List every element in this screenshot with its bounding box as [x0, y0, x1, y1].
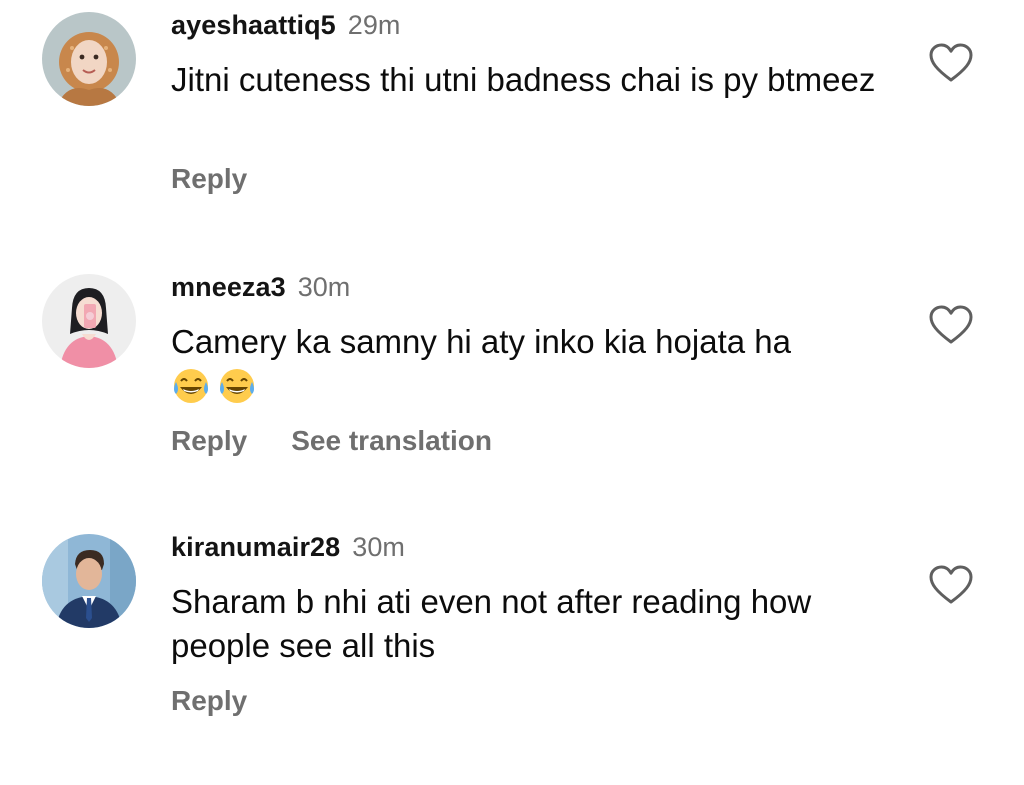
username[interactable]: kiranumair28: [171, 532, 340, 562]
comment-actions: Reply See translation: [171, 425, 492, 457]
see-translation-button[interactable]: See translation: [291, 425, 492, 457]
like-button[interactable]: [928, 42, 974, 84]
reply-button[interactable]: Reply: [171, 163, 247, 195]
avatar[interactable]: [42, 274, 136, 368]
avatar-image: [42, 12, 136, 106]
avatar[interactable]: [42, 534, 136, 628]
username[interactable]: ayeshaattiq5: [171, 10, 336, 40]
avatar-image: [42, 534, 136, 628]
reply-button[interactable]: Reply: [171, 425, 247, 457]
timestamp: 30m: [297, 272, 351, 302]
like-button[interactable]: [928, 304, 974, 346]
comment-header: kiranumair28 30m: [171, 530, 405, 564]
comment-header: mneeza3 30m: [171, 270, 350, 304]
heart-outline-icon: [929, 43, 973, 82]
reply-button[interactable]: Reply: [171, 685, 247, 717]
timestamp: 30m: [352, 532, 405, 562]
username[interactable]: mneeza3: [171, 272, 286, 302]
heart-outline-icon: [929, 305, 973, 344]
laughing-crying-emoji-icon: [220, 369, 254, 403]
comment-text: Sharam b nhi ati even not after reading …: [171, 583, 812, 664]
comment-actions: Reply: [171, 163, 247, 195]
avatar-image: [42, 274, 136, 368]
heart-outline-icon: [929, 565, 973, 604]
comment-text: Jitni cuteness thi utni badness chai is …: [171, 61, 876, 98]
timestamp: 29m: [347, 10, 401, 40]
comment-header: ayeshaattiq5 29m: [171, 8, 400, 42]
like-button[interactable]: [928, 564, 974, 606]
avatar[interactable]: [42, 12, 136, 106]
emoji-row: [171, 364, 257, 408]
laughing-crying-emoji-icon: [174, 369, 208, 403]
comment-actions: Reply: [171, 685, 247, 717]
comment-text: Camery ka samny hi aty inko kia hojata h…: [171, 323, 791, 360]
